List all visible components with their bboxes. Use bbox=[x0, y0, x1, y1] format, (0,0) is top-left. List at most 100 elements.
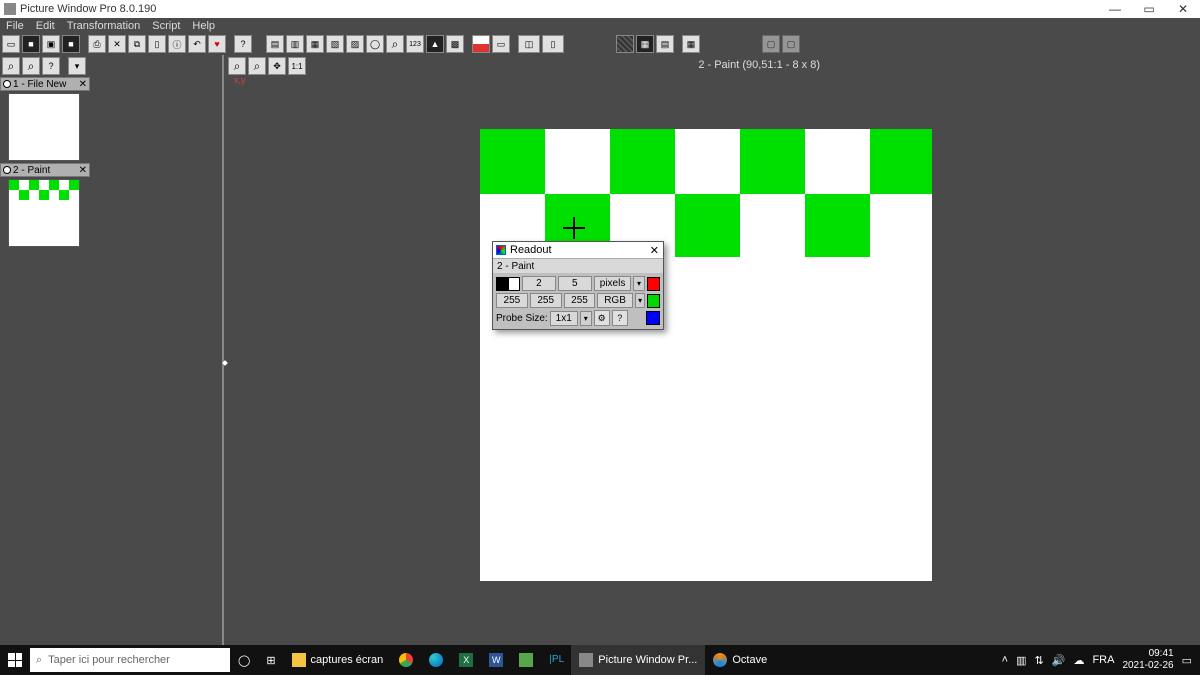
tool-b[interactable]: ▥ bbox=[286, 35, 304, 53]
tool-d[interactable]: ▧ bbox=[326, 35, 344, 53]
readout-settings[interactable]: ⚙ bbox=[594, 310, 610, 326]
readout-unit-dropdown[interactable]: ▾ bbox=[633, 276, 644, 291]
tool-heart[interactable]: ♥ bbox=[208, 35, 226, 53]
lay-2[interactable]: ▢ bbox=[782, 35, 800, 53]
tool-hist[interactable]: ▲ bbox=[426, 35, 444, 53]
tool-123[interactable]: 123 bbox=[406, 35, 424, 53]
tray-cloud-icon[interactable]: ☁ bbox=[1073, 654, 1084, 667]
tool-zoom[interactable] bbox=[386, 35, 404, 53]
tray-battery-icon[interactable]: ▥ bbox=[1016, 654, 1026, 667]
view-zoom-in[interactable] bbox=[228, 57, 246, 75]
cortana-button[interactable]: ◯ bbox=[230, 645, 258, 675]
readout-titlebar[interactable]: Readout ✕ bbox=[493, 242, 663, 258]
vertical-splitter[interactable] bbox=[222, 55, 224, 645]
thumb-2-canvas[interactable] bbox=[8, 179, 80, 247]
tool-saveas[interactable]: ■ bbox=[62, 35, 80, 53]
readout-unit[interactable]: pixels bbox=[594, 276, 632, 291]
tool-c[interactable]: ▦ bbox=[306, 35, 324, 53]
readout-close[interactable]: ✕ bbox=[650, 244, 659, 257]
tool-copy[interactable]: ⧉ bbox=[128, 35, 146, 53]
readout-help[interactable]: ? bbox=[612, 310, 628, 326]
task-pl[interactable]: |PL bbox=[541, 645, 571, 675]
tool-g[interactable]: ▭ bbox=[492, 35, 510, 53]
close-button[interactable]: ✕ bbox=[1166, 0, 1200, 18]
task-npp[interactable] bbox=[511, 645, 541, 675]
tool-paste[interactable]: ▯ bbox=[148, 35, 166, 53]
pal-grid[interactable]: ▦ bbox=[682, 35, 700, 53]
readout-probe[interactable]: 1x1 bbox=[550, 311, 578, 326]
taskview-button[interactable]: ⊞ bbox=[258, 645, 283, 675]
start-button[interactable] bbox=[0, 645, 30, 675]
tool-help[interactable]: ? bbox=[234, 35, 252, 53]
thumbs-zoom-out[interactable] bbox=[22, 57, 40, 75]
tool-a[interactable]: ▤ bbox=[266, 35, 284, 53]
thumbs-drop[interactable]: ▾ bbox=[68, 57, 86, 75]
thumb-1-canvas[interactable] bbox=[8, 93, 80, 161]
pal-3[interactable]: ▤ bbox=[656, 35, 674, 53]
tool-print[interactable]: ⎙ bbox=[88, 35, 106, 53]
app-icon bbox=[4, 3, 16, 15]
tool-circle[interactable]: ◯ bbox=[366, 35, 384, 53]
thumb-2-header[interactable]: 2 - Paint ✕ bbox=[0, 163, 90, 177]
readout-probe-dropdown[interactable]: ▾ bbox=[580, 311, 592, 326]
tool-close[interactable]: ✕ bbox=[108, 35, 126, 53]
tool-open[interactable]: ■ bbox=[22, 35, 40, 53]
thumb-1-header[interactable]: 1 - File New ✕ bbox=[0, 77, 90, 91]
tool-f[interactable]: ▩ bbox=[446, 35, 464, 53]
tool-e[interactable]: ▨ bbox=[346, 35, 364, 53]
lay-1[interactable]: ▢ bbox=[762, 35, 780, 53]
menu-edit[interactable]: Edit bbox=[34, 20, 57, 32]
readout-mode-dropdown[interactable]: ▾ bbox=[635, 293, 646, 308]
readout-mode[interactable]: RGB bbox=[597, 293, 632, 308]
tool-new[interactable]: ▭ bbox=[2, 35, 20, 53]
search-icon: ⌕ bbox=[36, 654, 42, 667]
view-zoom-out[interactable] bbox=[248, 57, 266, 75]
readout-swatch-toggle[interactable] bbox=[496, 277, 520, 291]
tool-split1[interactable]: ◫ bbox=[518, 35, 540, 53]
task-folder[interactable]: captures écran bbox=[284, 645, 392, 675]
readout-window[interactable]: Readout ✕ 2 - Paint 2 5 pixels ▾ 255 255… bbox=[492, 241, 664, 330]
menu-transformation[interactable]: Transformation bbox=[65, 20, 143, 32]
tray-clock[interactable]: 09:41 2021-02-26 bbox=[1122, 648, 1173, 672]
search-box[interactable]: ⌕ Taper ici pour rechercher bbox=[30, 648, 230, 672]
menu-help[interactable]: Help bbox=[190, 20, 217, 32]
tray-network-icon[interactable]: ⇅ bbox=[1035, 654, 1044, 667]
tool-undo[interactable]: ↶ bbox=[188, 35, 206, 53]
tray-lang[interactable]: FRA bbox=[1092, 654, 1114, 666]
canvas[interactable] bbox=[480, 129, 932, 581]
readout-color-g[interactable] bbox=[647, 294, 660, 308]
thumbs-help[interactable]: ? bbox=[42, 57, 60, 75]
readout-color-r[interactable] bbox=[647, 277, 660, 291]
word-icon: W bbox=[489, 653, 503, 667]
tray-volume-icon[interactable]: 🔊 bbox=[1052, 654, 1066, 667]
edge-icon bbox=[429, 653, 443, 667]
view-fit[interactable]: ✥ bbox=[268, 57, 286, 75]
readout-color-b[interactable] bbox=[646, 311, 660, 325]
task-excel[interactable]: X bbox=[451, 645, 481, 675]
menu-script[interactable]: Script bbox=[150, 20, 182, 32]
tool-red[interactable] bbox=[472, 35, 490, 53]
tray-notifications-icon[interactable]: ▭ bbox=[1182, 654, 1192, 667]
view-1to1[interactable]: 1:1 bbox=[288, 57, 306, 75]
thumb-2-close[interactable]: ✕ bbox=[79, 165, 87, 176]
tray-chevron-icon[interactable]: ˄ bbox=[1002, 654, 1008, 666]
pal-1[interactable] bbox=[616, 35, 634, 53]
task-chrome[interactable] bbox=[391, 645, 421, 675]
tray-time: 09:41 bbox=[1122, 648, 1173, 660]
menu-file[interactable]: File bbox=[4, 20, 26, 32]
task-octave[interactable]: Octave bbox=[705, 645, 775, 675]
view-toolbar: ✥ 1:1 bbox=[226, 55, 308, 77]
tool-info[interactable]: ⓘ bbox=[168, 35, 186, 53]
thumb-2-label: 2 - Paint bbox=[13, 165, 50, 176]
maximize-button[interactable]: ▭ bbox=[1132, 0, 1166, 18]
thumb-1-close[interactable]: ✕ bbox=[79, 79, 87, 90]
task-word[interactable]: W bbox=[481, 645, 511, 675]
tool-split2[interactable]: ▯ bbox=[542, 35, 564, 53]
minimize-button[interactable]: ― bbox=[1098, 0, 1132, 18]
tool-save[interactable]: ▣ bbox=[42, 35, 60, 53]
pal-2[interactable]: ▦ bbox=[636, 35, 654, 53]
workspace: ? ▾ 1 - File New ✕ 2 - Paint ✕ ✥ 1:1 x,y… bbox=[0, 55, 1200, 645]
task-edge[interactable] bbox=[421, 645, 451, 675]
thumbs-zoom-in[interactable] bbox=[2, 57, 20, 75]
task-pwp[interactable]: Picture Window Pr... bbox=[571, 645, 705, 675]
